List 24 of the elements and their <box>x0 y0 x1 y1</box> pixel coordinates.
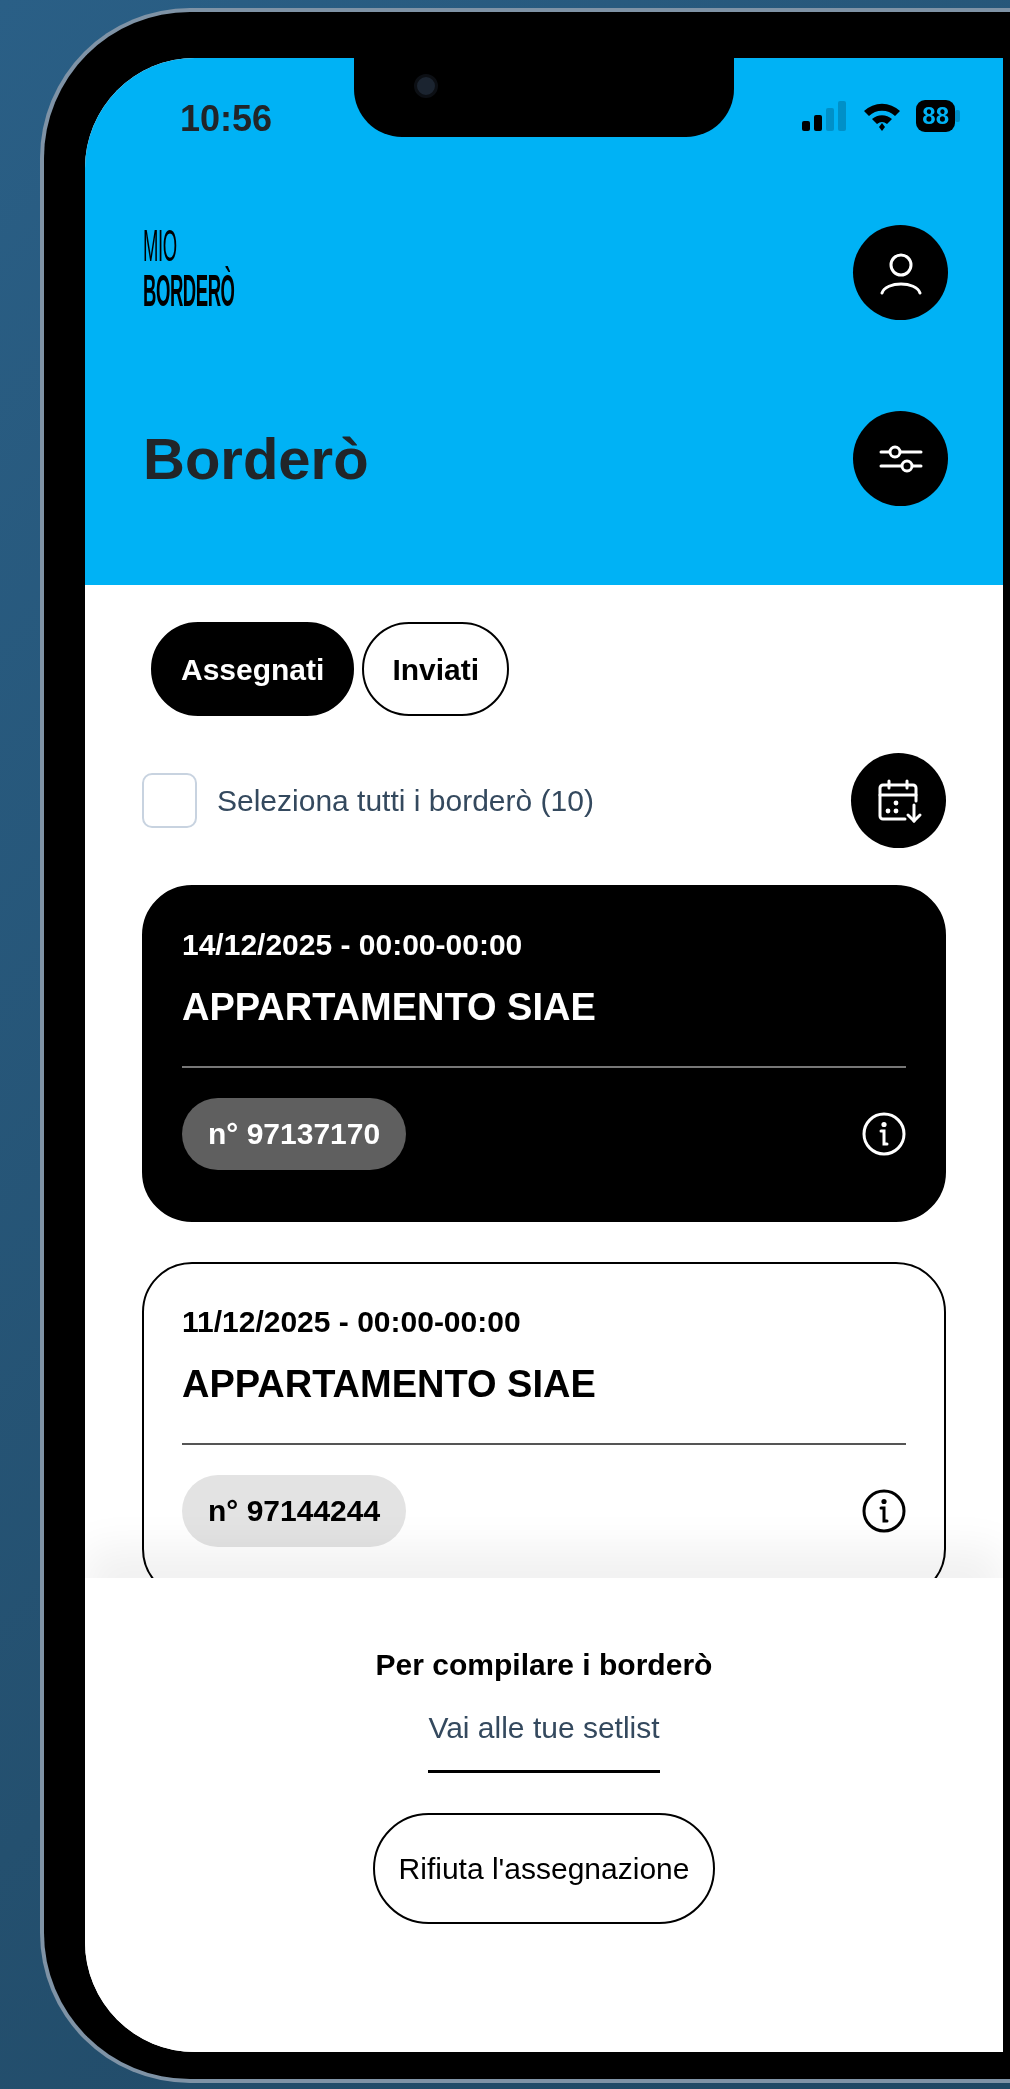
battery-tip-icon <box>955 110 960 122</box>
event-date: 11/12/2025 - 00:00-00:00 <box>182 1304 522 1340</box>
tab[interactable]: Inviati <box>362 622 510 716</box>
event-title: APPARTAMENTO SIAE <box>182 985 597 1030</box>
info-icon[interactable] <box>862 1488 906 1533</box>
select-all-label: Seleziona tutti i borderò (10) <box>217 783 594 819</box>
signal-icon <box>802 101 849 131</box>
number-badge: n° 97137170 <box>182 1097 407 1170</box>
wifi-icon <box>862 101 903 131</box>
event-title: APPARTAMENTO SIAE <box>182 1362 597 1407</box>
reject-assignment-button[interactable]: Rifiuta l'assegnazione <box>372 1813 716 1924</box>
select-all-checkbox[interactable] <box>142 773 197 828</box>
page-title: Borderò <box>143 429 369 488</box>
event-card[interactable]: 11/12/2025 - 00:00-00:00 APPARTAMENTO SIAE n° 97144244 <box>142 1262 946 1578</box>
event-date: 14/12/2025 - 00:00-00:00 <box>182 927 524 963</box>
tab[interactable]: Assegnati <box>151 622 355 716</box>
status-time: 10:56 <box>180 101 273 137</box>
hint-text: Per compilare i borderò <box>375 1647 713 1683</box>
sliders-icon <box>878 443 923 474</box>
battery-level: 88 <box>916 100 955 132</box>
setlist-link[interactable]: Vai alle tue setlist <box>428 1705 660 1773</box>
camera-lens <box>414 74 438 98</box>
event-card[interactable]: 14/12/2025 - 00:00-00:00 APPARTAMENTO SIAE n° 97137170 <box>142 885 946 1222</box>
number-badge: n° 97144244 <box>182 1474 407 1547</box>
